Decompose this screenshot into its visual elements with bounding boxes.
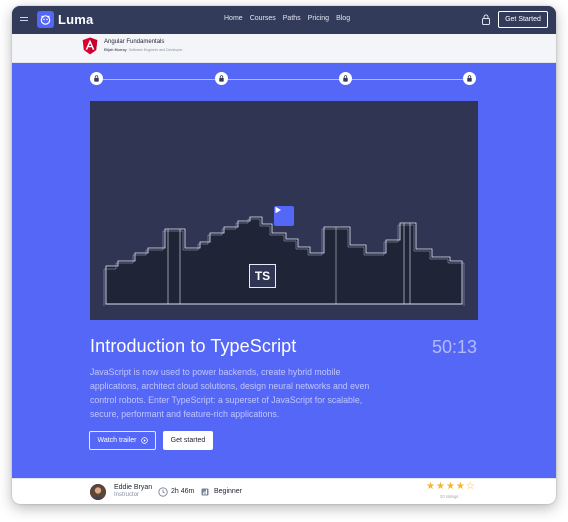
main-nav: Home Courses Paths Pricing Blog xyxy=(224,15,350,22)
menu-icon[interactable] xyxy=(20,17,28,22)
step-lock-4[interactable] xyxy=(463,72,476,85)
avatar[interactable] xyxy=(90,484,106,500)
lesson-title: Introduction to TypeScript xyxy=(90,336,297,356)
level-icon xyxy=(201,488,209,496)
lesson-meta-bar: Eddie Bryan Instructor 2h 46m Beginner ★… xyxy=(12,478,556,504)
course-title[interactable]: Angular Fundamentals xyxy=(104,39,164,45)
watch-trailer-label: Watch trailer xyxy=(97,437,137,444)
course-author: Elijah Murray Software Engineer and Deve… xyxy=(104,48,183,52)
star-filled-icon: ★ xyxy=(426,481,435,492)
play-circle-icon xyxy=(140,437,148,444)
instructor-role: Instructor xyxy=(114,492,140,498)
star-empty-icon: ☆ xyxy=(465,481,475,492)
course-author-role: Software Engineer and Developer xyxy=(128,48,183,52)
instructor-name[interactable]: Eddie Bryan xyxy=(114,484,152,491)
lock-icon[interactable] xyxy=(481,14,491,25)
video-player[interactable]: TS xyxy=(90,101,478,320)
typescript-logo: TS xyxy=(249,264,276,288)
play-button[interactable] xyxy=(274,206,294,226)
nav-link-courses[interactable]: Courses xyxy=(250,15,276,22)
clock-icon xyxy=(158,487,168,497)
course-author-name[interactable]: Elijah Murray xyxy=(104,48,127,52)
app-window: Luma Home Courses Paths Pricing Blog Get… xyxy=(12,6,556,504)
star-filled-icon: ★ xyxy=(435,481,445,492)
brand-name[interactable]: Luma xyxy=(58,12,93,27)
lesson-steps xyxy=(90,72,483,86)
step-lock-1[interactable] xyxy=(90,72,103,85)
nav-link-pricing[interactable]: Pricing xyxy=(308,15,329,22)
angular-logo-icon[interactable] xyxy=(82,37,98,55)
step-lock-2[interactable] xyxy=(215,72,228,85)
lock-icon xyxy=(94,75,99,82)
get-started-nav-button[interactable]: Get Started xyxy=(498,11,548,28)
nav-link-blog[interactable]: Blog xyxy=(336,15,350,22)
star-filled-icon: ★ xyxy=(455,481,465,492)
get-started-button[interactable]: Get started xyxy=(163,431,213,450)
luma-logo-icon[interactable] xyxy=(37,11,54,28)
play-icon xyxy=(275,206,281,214)
steps-line xyxy=(97,79,476,80)
lock-icon xyxy=(343,75,348,82)
lesson-duration: 50:13 xyxy=(432,337,478,357)
nav-link-home[interactable]: Home xyxy=(224,15,243,22)
rating-stars: ★ ★ ★ ★ ☆ xyxy=(426,482,475,492)
nav-link-paths[interactable]: Paths xyxy=(283,15,301,22)
star-filled-icon: ★ xyxy=(445,481,455,492)
lock-icon xyxy=(467,75,472,82)
course-length: 2h 46m xyxy=(171,488,195,495)
watch-trailer-button[interactable]: Watch trailer xyxy=(89,431,156,450)
step-lock-3[interactable] xyxy=(339,72,352,85)
ratings-count: 20 ratings xyxy=(440,494,459,499)
course-level: Beginner xyxy=(214,488,243,495)
lesson-description: JavaScript is now used to power backends… xyxy=(90,367,370,419)
top-navbar: Luma Home Courses Paths Pricing Blog Get… xyxy=(12,6,556,34)
course-header: Angular Fundamentals Elijah Murray Softw… xyxy=(12,34,556,63)
lock-icon xyxy=(219,75,224,82)
